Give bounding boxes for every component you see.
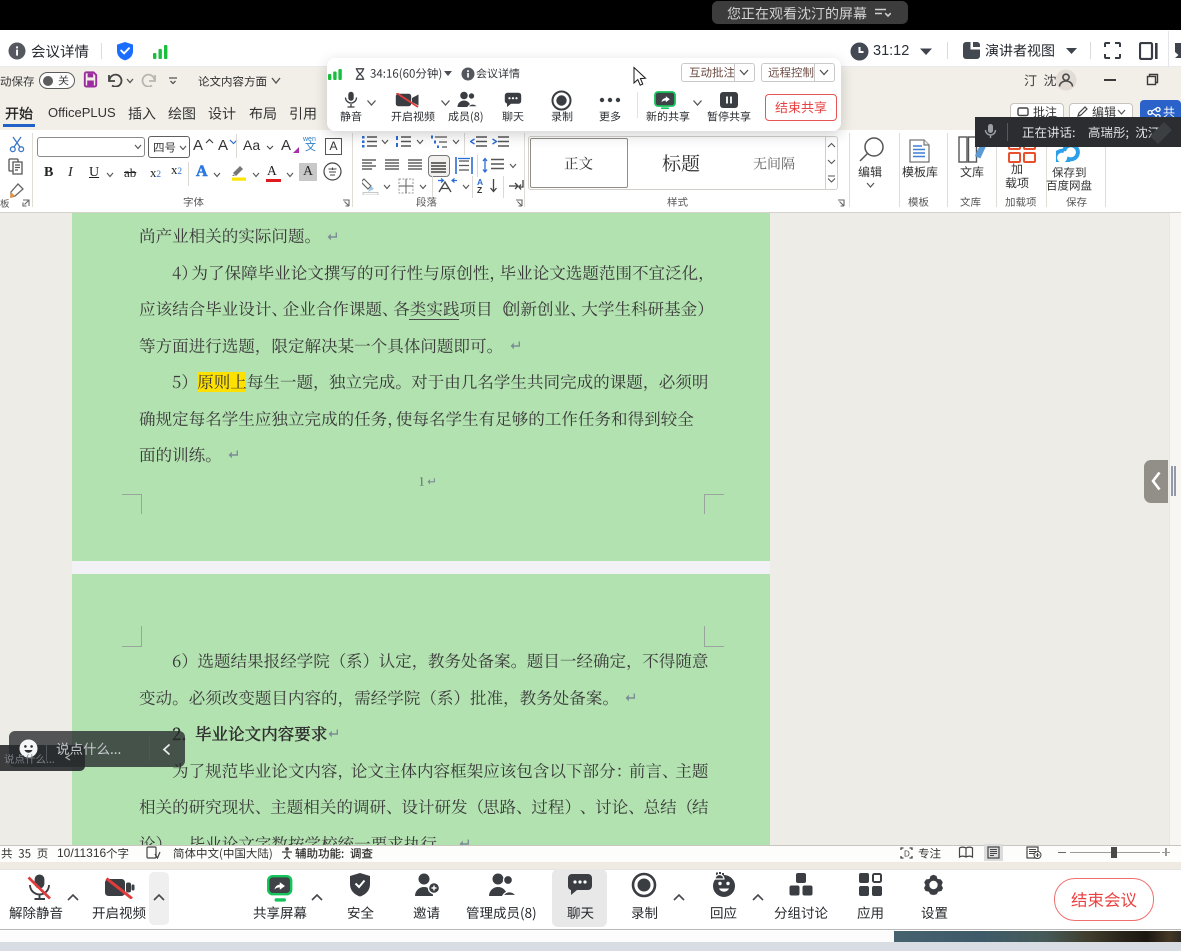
svg-text:D: D (904, 850, 910, 859)
